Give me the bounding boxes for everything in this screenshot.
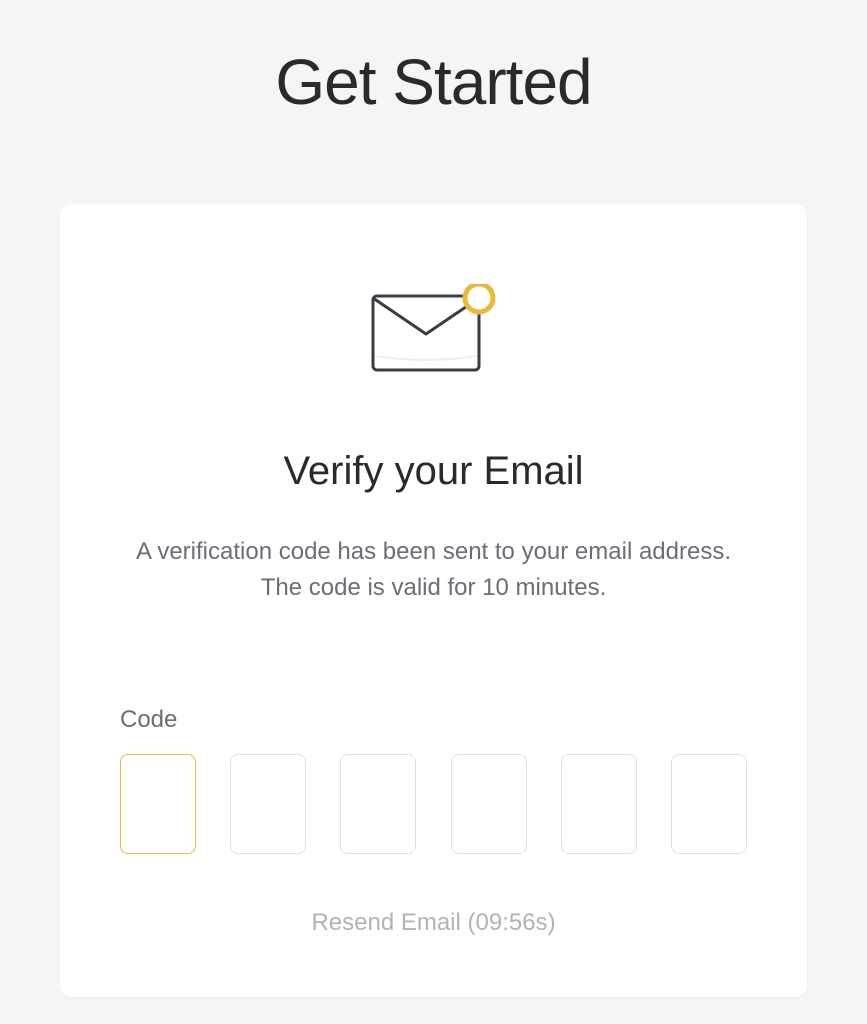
resend-email-text: Resend Email (09:56s)	[120, 909, 747, 937]
card-description-line2: The code is valid for 10 minutes.	[261, 574, 607, 601]
card-description-line1: A verification code has been sent to you…	[136, 538, 731, 565]
code-input-4[interactable]	[451, 754, 527, 854]
code-input-5[interactable]	[561, 754, 637, 854]
resend-prefix: Resend Email (	[311, 909, 475, 936]
card-description: A verification code has been sent to you…	[120, 534, 747, 606]
code-inputs-container	[120, 754, 747, 854]
resend-suffix: )	[548, 909, 556, 936]
code-input-3[interactable]	[340, 754, 416, 854]
page-title: Get Started	[0, 0, 867, 204]
code-input-1[interactable]	[120, 754, 196, 854]
code-label: Code	[120, 706, 747, 734]
code-input-6[interactable]	[671, 754, 747, 854]
card-title: Verify your Email	[120, 449, 747, 494]
code-input-2[interactable]	[230, 754, 306, 854]
email-notification-icon	[120, 284, 747, 374]
verify-card: Verify your Email A verification code ha…	[60, 204, 807, 997]
resend-timer: 09:56s	[476, 909, 548, 936]
